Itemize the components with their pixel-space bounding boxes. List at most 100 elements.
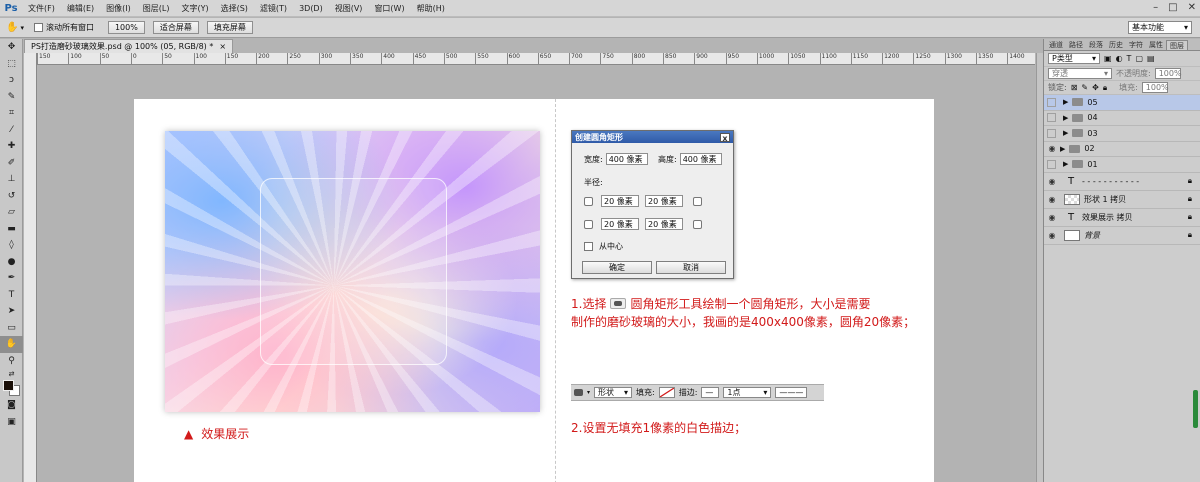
tab-layers[interactable]: 图层 xyxy=(1166,40,1188,50)
eye-icon[interactable]: ◉ xyxy=(1044,177,1060,186)
expand-arrow-icon[interactable]: ▶ xyxy=(1063,114,1068,122)
hand-tool-icon[interactable]: ✋ xyxy=(6,22,18,33)
lock-all-icon[interactable]: 🔒︎ xyxy=(1103,83,1107,93)
visibility-off-icon[interactable] xyxy=(1047,159,1056,169)
radius-bottom-right-input[interactable]: 20 像素 xyxy=(645,218,683,230)
chevron-down-icon[interactable]: ▾ xyxy=(587,389,590,396)
blur-tool-icon[interactable]: ◊ xyxy=(0,237,23,254)
close-icon[interactable]: ✕ xyxy=(1188,2,1196,13)
menu-file[interactable]: 文件(F) xyxy=(22,3,61,14)
radius-bottom-left-input[interactable]: 20 像素 xyxy=(601,218,639,230)
foreground-color[interactable] xyxy=(3,380,14,391)
menu-window[interactable]: 窗口(W) xyxy=(368,3,410,14)
canvas-area[interactable]: ▲ 效果展示 创建圆角矩形 x 宽度: 400 像素 高度: 400 像素 半径… xyxy=(38,66,1035,482)
menu-type[interactable]: 文字(Y) xyxy=(175,3,214,14)
scroll-all-windows-checkbox[interactable]: 滚动所有窗口 xyxy=(33,22,94,33)
visibility-off-icon[interactable] xyxy=(1047,128,1056,138)
canvas-vertical-scrollbar[interactable] xyxy=(1036,53,1043,482)
eyedropper-tool-icon[interactable]: ⁄ xyxy=(0,122,23,139)
visibility-off-icon[interactable] xyxy=(1047,97,1056,107)
clone-stamp-tool-icon[interactable]: ⊥ xyxy=(0,171,23,188)
eye-icon[interactable]: ◉ xyxy=(1044,231,1060,240)
expand-arrow-icon[interactable]: ▶ xyxy=(1063,160,1068,168)
hand-tool-icon[interactable]: ✋ xyxy=(0,336,23,353)
menu-layer[interactable]: 图层(L) xyxy=(137,3,176,14)
move-tool-icon[interactable]: ✥ xyxy=(0,39,23,56)
eraser-tool-icon[interactable]: ▱ xyxy=(0,204,23,221)
layer-row[interactable]: ▶ 01 xyxy=(1044,157,1200,173)
tab-channels[interactable]: 通道 xyxy=(1046,40,1066,50)
menu-edit[interactable]: 编辑(E) xyxy=(61,3,100,14)
height-input[interactable]: 400 像素 xyxy=(679,153,722,165)
menu-filter[interactable]: 滤镜(T) xyxy=(254,3,293,14)
layer-row[interactable]: ▶ 04 xyxy=(1044,111,1200,126)
fill-screen-button[interactable]: 填充屏幕 xyxy=(206,21,253,34)
tab-paragraph[interactable]: 段落 xyxy=(1086,40,1106,50)
layer-row[interactable]: ◉ 背景 🔒︎ xyxy=(1044,227,1200,245)
stroke-swatch[interactable]: — xyxy=(701,387,720,398)
checkbox-icon[interactable] xyxy=(33,23,43,32)
fill-swatch[interactable] xyxy=(658,387,675,398)
zoom-100-button[interactable]: 100% xyxy=(107,21,145,34)
opacity-input[interactable]: 100% xyxy=(1154,68,1182,79)
radius-top-right-input[interactable]: 20 像素 xyxy=(645,195,683,207)
expand-arrow-icon[interactable]: ▶ xyxy=(1063,129,1068,137)
menu-3d[interactable]: 3D(D) xyxy=(293,4,329,13)
minimize-icon[interactable]: – xyxy=(1153,2,1158,13)
brush-tool-icon[interactable]: ✐ xyxy=(0,155,23,172)
fill-input[interactable]: 100% xyxy=(1141,82,1169,93)
filter-shape-icon[interactable]: ▢ xyxy=(1135,54,1143,63)
checkbox-icon[interactable] xyxy=(584,242,593,251)
quick-mask-icon[interactable]: ◙ xyxy=(0,397,23,414)
crop-tool-icon[interactable]: ⌗ xyxy=(0,105,23,122)
visibility-off-icon[interactable] xyxy=(1047,113,1056,123)
close-tab-icon[interactable]: × xyxy=(219,42,226,51)
layer-row[interactable]: ◉ ▶ 02 xyxy=(1044,142,1200,157)
history-brush-tool-icon[interactable]: ↺ xyxy=(0,188,23,205)
dialog-close-icon[interactable]: x xyxy=(720,132,730,143)
swap-colors-icon[interactable]: ⇄ xyxy=(0,369,23,379)
fit-screen-button[interactable]: 适合屏幕 xyxy=(152,21,199,34)
from-center-checkbox[interactable]: 从中心 xyxy=(584,241,623,252)
menu-view[interactable]: 视图(V) xyxy=(329,3,369,14)
panel-scroll-thumb[interactable] xyxy=(1193,390,1198,428)
pen-tool-icon[interactable]: ✒ xyxy=(0,270,23,287)
cancel-button[interactable]: 取消 xyxy=(656,261,726,274)
tab-paths[interactable]: 路径 xyxy=(1066,40,1086,50)
healing-brush-tool-icon[interactable]: ✚ xyxy=(0,138,23,155)
color-swatches[interactable] xyxy=(0,379,23,397)
rectangle-tool-icon[interactable]: ▭ xyxy=(0,320,23,337)
eye-icon[interactable]: ◉ xyxy=(1044,213,1060,222)
layer-row[interactable]: ◉ T 效果展示 拷贝 🔒︎ xyxy=(1044,209,1200,227)
rounded-rect-tool-icon[interactable] xyxy=(574,389,583,396)
blend-mode-select[interactable]: 穿透 ▾ xyxy=(1048,68,1112,79)
layer-row[interactable]: ◉ 形状 1 拷贝 🔒︎ xyxy=(1044,191,1200,209)
zoom-tool-icon[interactable]: ⚲ xyxy=(0,353,23,370)
menu-image[interactable]: 图像(I) xyxy=(100,3,137,14)
dodge-tool-icon[interactable]: ● xyxy=(0,254,23,271)
eye-icon[interactable]: ◉ xyxy=(1044,195,1060,204)
stroke-size-select[interactable]: 1点 ▾ xyxy=(723,387,772,398)
layer-row[interactable]: ◉ T - - - - - - - - - - - 🔒︎ xyxy=(1044,173,1200,191)
filter-adjust-icon[interactable]: ◐ xyxy=(1116,54,1123,63)
lasso-tool-icon[interactable]: ↄ xyxy=(0,72,23,89)
chevron-down-icon[interactable]: ▾ xyxy=(20,24,24,32)
filter-pixel-icon[interactable]: ▣ xyxy=(1104,54,1112,63)
document-tab[interactable]: PS打造磨砂玻璃效果.psd @ 100% (05, RGB/8) * × xyxy=(24,39,234,53)
eye-icon[interactable]: ◉ xyxy=(1044,144,1060,153)
screen-mode-icon[interactable]: ▣ xyxy=(0,414,23,431)
layer-row[interactable]: ▶ 05 xyxy=(1044,95,1200,111)
expand-arrow-icon[interactable]: ▶ xyxy=(1063,98,1068,106)
filter-smart-icon[interactable]: ▤ xyxy=(1147,54,1155,63)
stroke-style-select[interactable]: ——— xyxy=(775,387,808,398)
ok-button[interactable]: 确定 xyxy=(582,261,652,274)
filter-type-icon[interactable]: T xyxy=(1127,54,1132,63)
tab-character[interactable]: 字符 xyxy=(1126,40,1146,50)
radius-top-left-input[interactable]: 20 像素 xyxy=(601,195,639,207)
marquee-tool-icon[interactable]: ⬚ xyxy=(0,56,23,73)
shape-mode-select[interactable]: 形状 ▾ xyxy=(594,387,633,398)
menu-select[interactable]: 选择(S) xyxy=(215,3,254,14)
type-tool-icon[interactable]: T xyxy=(0,287,23,304)
gradient-tool-icon[interactable]: ▬ xyxy=(0,221,23,238)
maximize-icon[interactable]: □ xyxy=(1168,2,1177,13)
